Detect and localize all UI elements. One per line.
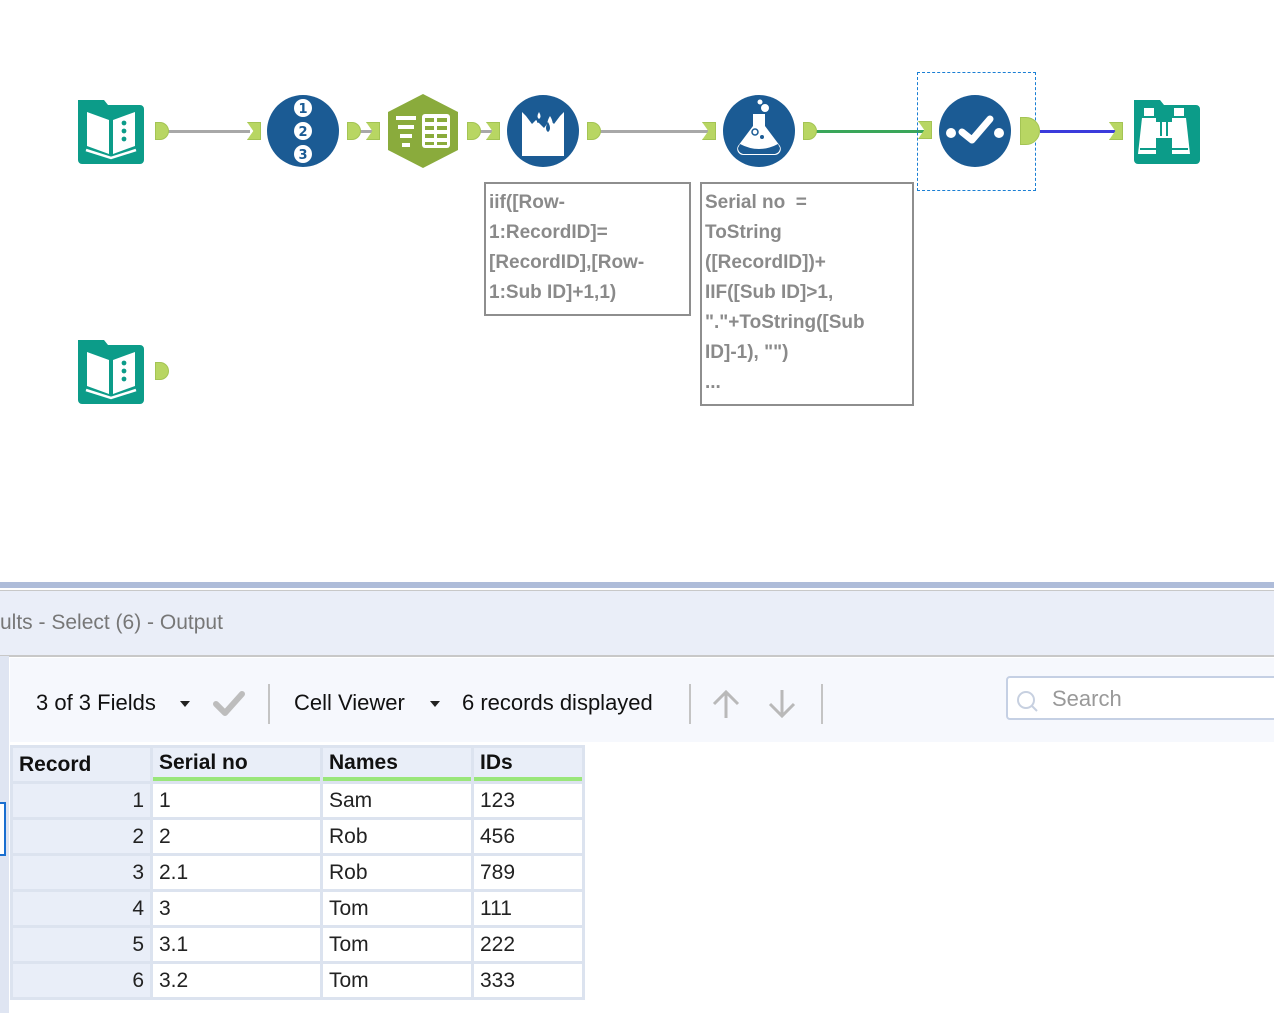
cell-names[interactable]: Tom [323,892,471,925]
output-anchor[interactable] [155,362,169,380]
formula-tool[interactable] [722,94,796,168]
binoculars-icon [1134,100,1200,164]
connection-select-to-multirow [480,130,492,133]
toolbar-divider [268,684,270,724]
cell-viewer-caret-icon[interactable] [430,701,440,707]
connection-input-to-recordid [168,130,250,133]
column-header-names[interactable]: Names [323,748,471,781]
multi-row-formula-tool[interactable] [506,94,580,168]
table-header-row: Record Serial no Names IDs [13,748,582,781]
select-records-tool[interactable] [386,94,460,168]
search-icon [1017,691,1038,712]
cell-ids[interactable]: 222 [474,928,582,961]
column-header-serial-no[interactable]: Serial no [153,748,320,781]
table-select-icon [388,94,458,168]
cell-ids[interactable]: 333 [474,964,582,997]
record-number: 2 [13,820,150,853]
connection-formula-to-select [816,130,924,133]
record-number: 6 [13,964,150,997]
beaker-drops-icon [507,95,579,167]
svg-text:1: 1 [298,102,307,117]
output-anchor[interactable] [347,122,361,140]
table-row[interactable]: 2 2 Rob 456 [13,820,582,853]
records-count: 6 records displayed [462,690,653,715]
output-anchor[interactable] [1020,117,1040,145]
fields-dropdown-caret-icon[interactable] [180,701,190,707]
svg-text:2: 2 [298,125,307,140]
cell-names[interactable]: Tom [323,928,471,961]
table-row[interactable]: 1 1 Sam 123 [13,784,582,817]
record-number: 1 [13,784,150,817]
cell-serial-no[interactable]: 2 [153,820,320,853]
formula-annotation: Serial no = ToString ([RecordID])+ IIF([… [700,182,914,406]
cell-names[interactable]: Tom [323,964,471,997]
results-splitter[interactable] [0,582,1274,588]
results-toolbar: 3 of 3 Fields Cell Viewer 6 records disp… [10,658,1274,742]
input-data-tool-1[interactable] [74,94,148,168]
connection-select-to-browse [1040,130,1116,133]
cell-serial-no[interactable]: 1 [153,784,320,817]
cell-ids[interactable]: 123 [474,784,582,817]
cell-serial-no[interactable]: 3 [153,892,320,925]
arrow-up-icon[interactable] [708,686,744,722]
book-icon [78,340,144,404]
cell-names[interactable]: Sam [323,784,471,817]
svg-text:3: 3 [298,148,307,163]
table-row[interactable]: 6 3.2 Tom 333 [13,964,582,997]
results-title: ults - Select (6) - Output [0,611,223,634]
output-anchor[interactable] [803,122,817,140]
apply-check-icon[interactable] [212,688,246,718]
browse-tool[interactable] [1130,94,1204,168]
toolbar-divider [689,684,691,724]
connection-multirow-to-formula [600,130,708,133]
input-data-tool-2[interactable] [74,334,148,408]
output-anchor[interactable] [155,122,169,140]
check-dots-icon [939,95,1011,167]
cell-ids[interactable]: 111 [474,892,582,925]
record-number: 4 [13,892,150,925]
toolbar-divider [821,684,823,724]
flask-icon [723,95,795,167]
book-icon [78,100,144,164]
cell-serial-no[interactable]: 3.2 [153,964,320,997]
cell-ids[interactable]: 456 [474,820,582,853]
cell-names[interactable]: Rob [323,820,471,853]
table-row[interactable]: 3 2.1 Rob 789 [13,856,582,889]
numbered-list-icon: 1 2 3 [267,95,339,167]
arrow-down-icon[interactable] [764,686,800,722]
output-anchor[interactable] [467,122,481,140]
record-id-tool[interactable]: 1 2 3 [266,94,340,168]
output-anchor[interactable] [587,122,601,140]
table-row[interactable]: 5 3.1 Tom 222 [13,928,582,961]
cell-names[interactable]: Rob [323,856,471,889]
cell-serial-no[interactable]: 3.1 [153,928,320,961]
record-number: 5 [13,928,150,961]
column-header-record[interactable]: Record [13,748,150,781]
multi-row-formula-annotation: iif([Row- 1:RecordID]= [RecordID],[Row- … [484,182,691,316]
select-tool[interactable] [938,94,1012,168]
results-left-selected-tab[interactable] [0,802,6,856]
cell-serial-no[interactable]: 2.1 [153,856,320,889]
results-panel: ults - Select (6) - Output 3 of 3 Fields… [0,582,1274,1013]
fields-dropdown[interactable]: 3 of 3 Fields [36,690,156,716]
search-input[interactable]: Search [1006,676,1274,720]
cell-viewer-dropdown[interactable]: Cell Viewer [294,690,405,716]
results-table: Record Serial no Names IDs 1 1 Sam 123 2… [10,745,585,1000]
cell-ids[interactable]: 789 [474,856,582,889]
workflow-canvas[interactable]: 1 2 3 iif([Row- 1:RecordID]= [RecordID],… [0,0,1274,582]
column-header-ids[interactable]: IDs [474,748,582,781]
record-number: 3 [13,856,150,889]
search-placeholder: Search [1052,686,1122,711]
results-titlebar: ults - Select (6) - Output [0,590,1274,657]
table-row[interactable]: 4 3 Tom 111 [13,892,582,925]
